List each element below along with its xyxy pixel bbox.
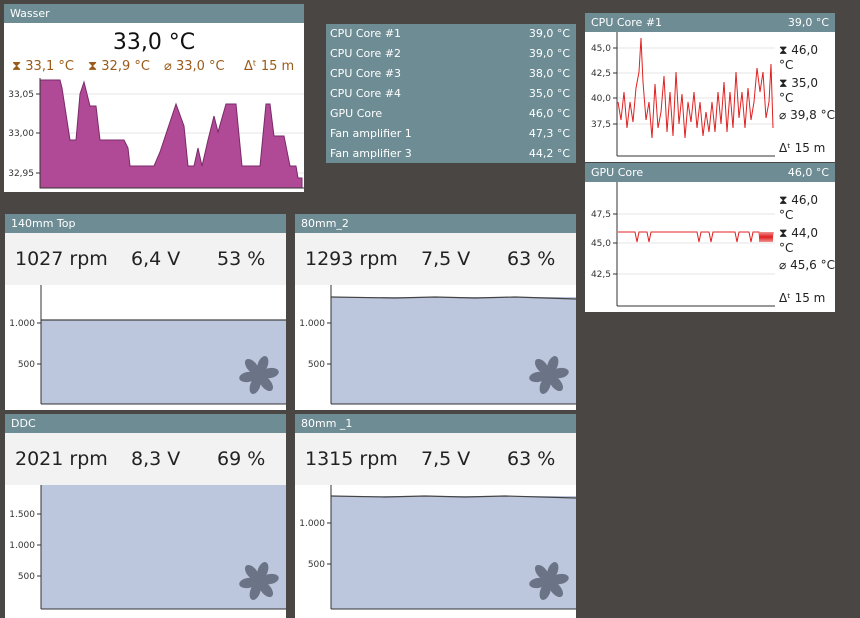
- sensor-list[interactable]: CPU Core #1 39,0 °C CPU Core #2 39,0 °C CP…: [326, 24, 576, 163]
- wasser-avg: ⌀ 33,0 °C: [164, 59, 225, 74]
- cpu-core1-chart: 45,0 42,5 40,0 37,5: [591, 32, 775, 157]
- wasser-header: Wasser: [4, 4, 304, 23]
- fan-80-2-area: [331, 297, 576, 404]
- fan-80-1-rpm: 1315 rpm: [305, 448, 398, 470]
- fan-140-top-ytick-0: 1.000: [9, 319, 35, 329]
- wasser-span: Δᵗ 15 m: [244, 59, 295, 74]
- gpu-core-avg: ⌀ 45,6 °C: [779, 258, 835, 272]
- wasser-max: ⧗ 33,1 °C: [12, 59, 74, 74]
- fan-ddc-widget[interactable]: DDC 2021 rpm 8,3 V 69 % 1.500 1.000 500: [5, 414, 286, 618]
- gpu-core-min: ⧗ 44,0 °C: [779, 226, 818, 255]
- cpu-core1-ytick-2: 40,0: [591, 94, 611, 104]
- gpu-core-span: Δᵗ 15 m: [779, 291, 826, 305]
- fan-ddc-pct: 69 %: [217, 448, 266, 470]
- cpu-core1-min: ⧗ 35,0 °C: [779, 76, 818, 105]
- fan-80-1-pct: 63 %: [507, 448, 556, 470]
- fan-80-2-rpm: 1293 rpm: [305, 248, 398, 270]
- fan-80-2-ytick-1: 500: [308, 360, 325, 370]
- fan-140-top-values: 1027 rpm 6,4 V 53 %: [5, 233, 286, 285]
- fan-140-top-rpm: 1027 rpm: [15, 248, 108, 270]
- cpu-core1-max: ⧗ 46,0 °C: [779, 43, 818, 72]
- gpu-core-ytick-0: 47,5: [591, 210, 611, 220]
- gpu-core-header: GPU Core 46,0 °C: [585, 163, 835, 182]
- min-icon: ⧗: [88, 59, 98, 74]
- fan-140-top-ytick-1: 500: [18, 360, 35, 370]
- min-icon: ⧗: [779, 226, 788, 240]
- cpu-core1-span: Δᵗ 15 m: [779, 141, 826, 155]
- max-icon: ⧗: [779, 193, 788, 207]
- sensor-row-cpu3[interactable]: CPU Core #3 38,0 °C: [326, 64, 576, 84]
- fan-ddc-rpm: 2021 rpm: [15, 448, 108, 470]
- avg-icon: ⌀: [779, 258, 787, 272]
- fan-ddc-volt: 8,3 V: [131, 448, 181, 470]
- min-icon: ⧗: [779, 76, 788, 90]
- timespan-icon: Δᵗ: [244, 59, 257, 74]
- sensor-row-cpu4[interactable]: CPU Core #4 35,0 °C: [326, 84, 576, 104]
- gpu-core-widget[interactable]: GPU Core 46,0 °C 47,5 45,0 42,5 ⧗ 46,0 °…: [585, 163, 835, 312]
- fan-80-2-pct: 63 %: [507, 248, 556, 270]
- max-icon: ⧗: [779, 43, 788, 57]
- wasser-widget[interactable]: Wasser 33,0 °C ⧗ 33,1 °C ⧗ 32,9 °C ⌀ 33,…: [4, 4, 304, 192]
- sensor-row-cpu2[interactable]: CPU Core #2 39,0 °C: [326, 44, 576, 64]
- gpu-core-chart: 47,5 45,0 42,5: [591, 182, 775, 307]
- fan-80-2-header: 80mm_2: [295, 214, 576, 233]
- fan-140-top-pct: 53 %: [217, 248, 266, 270]
- gpu-core-line: [618, 231, 774, 243]
- fan-ddc-ytick-1: 1.000: [9, 541, 35, 551]
- fan-80-1-chart: 1.000 500: [299, 485, 576, 610]
- sensor-row-gpu[interactable]: GPU Core 46,0 °C: [326, 104, 576, 124]
- avg-icon: ⌀: [779, 108, 787, 122]
- fan-80-1-volt: 7,5 V: [421, 448, 471, 470]
- fan-80-1-area: [331, 496, 576, 609]
- wasser-ytick-0: 33,05: [8, 90, 34, 100]
- fan-140-top-chart: 1.000 500: [9, 285, 286, 405]
- gpu-core-max: ⧗ 46,0 °C: [779, 193, 818, 222]
- max-icon: ⧗: [12, 59, 22, 74]
- wasser-current: 33,0 °C: [112, 30, 196, 55]
- fan-80-1-widget[interactable]: 80mm _1 1315 rpm 7,5 V 63 % 1.000 500: [295, 414, 576, 618]
- fan-ddc-ytick-2: 500: [18, 572, 35, 582]
- cpu-core1-header: CPU Core #1 39,0 °C: [585, 13, 835, 32]
- sensor-row-cpu1[interactable]: CPU Core #1 39,0 °C: [326, 24, 576, 44]
- fan-80-2-volt: 7,5 V: [421, 248, 471, 270]
- wasser-ytick-2: 32,95: [8, 169, 34, 179]
- fan-80-2-ytick-0: 1.000: [299, 319, 325, 329]
- fan-80-1-header: 80mm _1: [295, 414, 576, 433]
- fan-80-2-widget[interactable]: 80mm_2 1293 rpm 7,5 V 63 % 1.000 500: [295, 214, 576, 410]
- fan-80-2-values: 1293 rpm 7,5 V 63 %: [295, 233, 576, 285]
- fan-80-1-values: 1315 rpm 7,5 V 63 %: [295, 433, 576, 485]
- sensor-row-fanamp3[interactable]: Fan amplifier 3 44,2 °C: [326, 144, 576, 164]
- wasser-chart: 33,05 33,00 32,95: [4, 78, 304, 192]
- timespan-icon: Δᵗ: [779, 291, 791, 305]
- fan-140-top-widget[interactable]: 140mm Top 1027 rpm 6,4 V 53 % 1.000 500: [5, 214, 286, 410]
- fan-ddc-values: 2021 rpm 8,3 V 69 %: [5, 433, 286, 485]
- fan-80-1-ytick-1: 500: [308, 560, 325, 570]
- avg-icon: ⌀: [164, 59, 172, 74]
- cpu-core1-ytick-3: 37,5: [591, 120, 611, 130]
- fan-140-top-header: 140mm Top: [5, 214, 286, 233]
- cpu-core1-avg: ⌀ 39,8 °C: [779, 108, 835, 122]
- gpu-core-ytick-1: 45,0: [591, 239, 611, 249]
- wasser-min: ⧗ 32,9 °C: [88, 59, 150, 74]
- gpu-core-ytick-2: 42,5: [591, 270, 611, 280]
- fan-ddc-ytick-0: 1.500: [9, 510, 35, 520]
- cpu-core1-ytick-1: 42,5: [591, 69, 611, 79]
- fan-140-top-volt: 6,4 V: [131, 248, 181, 270]
- cpu-core1-widget[interactable]: CPU Core #1 39,0 °C 45,0 42,5 40,0 37,5 …: [585, 13, 835, 162]
- cpu-core1-line: [617, 37, 774, 139]
- fan-ddc-area: [41, 485, 286, 609]
- fan-ddc-chart: 1.500 1.000 500: [9, 485, 286, 610]
- cpu-core1-ytick-0: 45,0: [591, 44, 611, 54]
- fan-80-2-chart: 1.000 500: [299, 285, 576, 405]
- timespan-icon: Δᵗ: [779, 141, 791, 155]
- sensor-row-fanamp1[interactable]: Fan amplifier 1 47,3 °C: [326, 124, 576, 144]
- fan-ddc-header: DDC: [5, 414, 286, 433]
- wasser-ytick-1: 33,00: [8, 129, 34, 139]
- fan-80-1-ytick-0: 1.000: [299, 519, 325, 529]
